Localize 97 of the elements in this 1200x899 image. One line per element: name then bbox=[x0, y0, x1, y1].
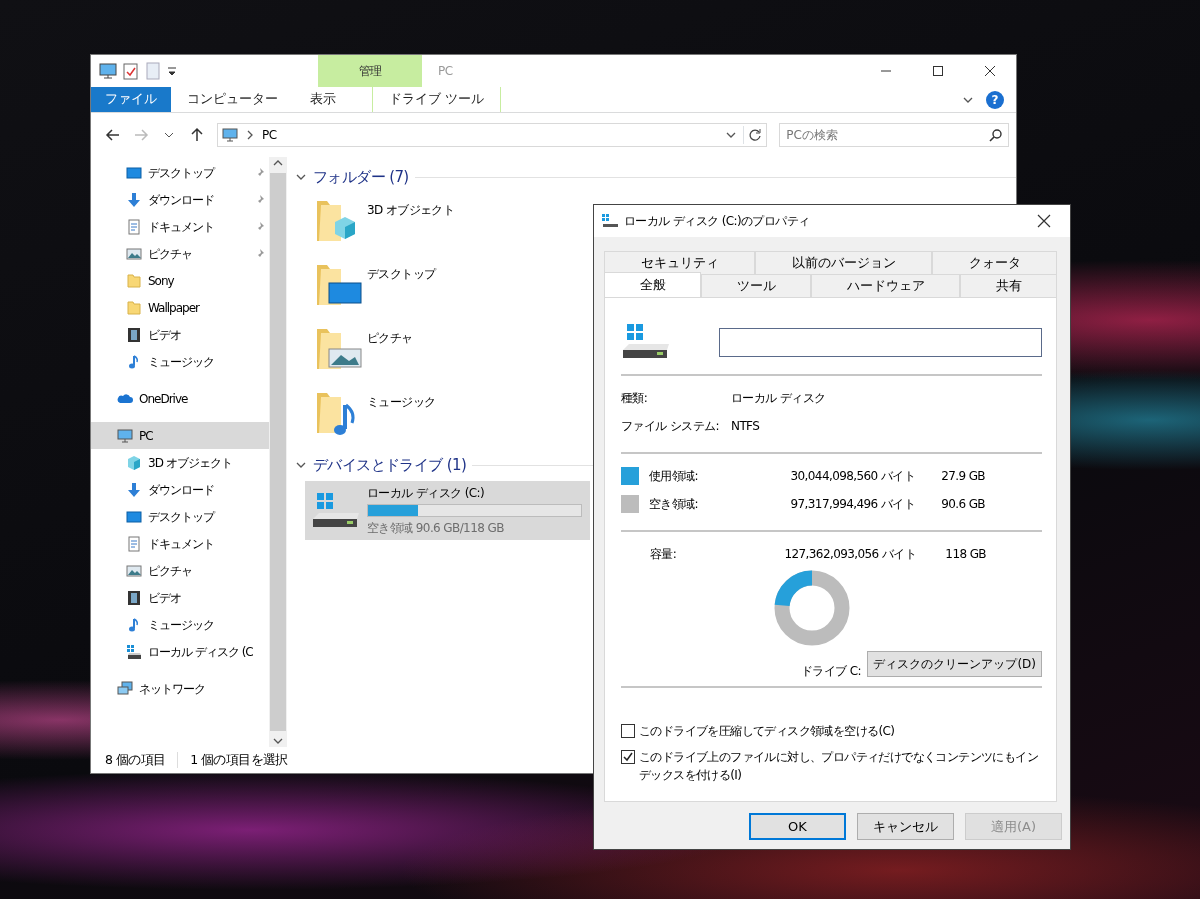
close-icon bbox=[984, 65, 996, 77]
nav-item[interactable]: ビデオ bbox=[91, 321, 269, 348]
close-icon bbox=[1037, 214, 1051, 228]
nav-item[interactable]: ネットワーク bbox=[91, 675, 269, 702]
nav-item[interactable]: デスクトップ bbox=[91, 503, 269, 530]
checkbox[interactable] bbox=[621, 724, 635, 738]
nav-item[interactable]: ダウンロード bbox=[91, 186, 269, 213]
folder-name[interactable]: ピクチャ bbox=[367, 325, 413, 347]
dialog-tab[interactable]: 共有 bbox=[960, 274, 1057, 297]
folder-name[interactable]: 3D オブジェクト bbox=[367, 197, 455, 219]
nav-item[interactable]: ミュージック bbox=[91, 348, 269, 375]
group-header[interactable]: フォルダー (7) bbox=[313, 165, 409, 189]
dialog-title: ローカル ディスク (C:)のプロパティ bbox=[624, 213, 811, 230]
computer-icon bbox=[222, 127, 238, 143]
nav-item[interactable]: ドキュメント bbox=[91, 530, 269, 557]
nav-item[interactable]: ビデオ bbox=[91, 584, 269, 611]
checkbox[interactable] bbox=[621, 750, 635, 764]
checklist-icon[interactable] bbox=[123, 62, 139, 80]
nav-item[interactable]: Sony bbox=[91, 267, 269, 294]
address-path[interactable]: PC bbox=[262, 126, 720, 144]
checkmark-icon bbox=[622, 751, 634, 763]
dialog-tab[interactable]: クォータ bbox=[932, 251, 1057, 274]
folder-name[interactable]: ミュージック bbox=[367, 389, 436, 411]
drive-label: ドライブ C: bbox=[801, 663, 862, 680]
size-value: 118 GB bbox=[944, 546, 986, 563]
option-label[interactable]: このドライブを圧縮してディスク領域を空ける(C) bbox=[639, 722, 895, 740]
picture-icon bbox=[126, 245, 142, 262]
byte-count: 127,362,093,056 バイト bbox=[783, 546, 916, 563]
up-arrow-icon bbox=[189, 127, 205, 143]
film-icon bbox=[126, 326, 142, 343]
document-icon bbox=[126, 218, 142, 235]
network-icon bbox=[117, 680, 133, 697]
space-label: 容量: bbox=[650, 546, 678, 563]
download-arrow-icon bbox=[126, 481, 142, 498]
cube-icon bbox=[126, 454, 142, 471]
space-label: 使用領域: bbox=[649, 468, 700, 485]
dialog-tab[interactable]: セキュリティ bbox=[604, 251, 755, 274]
folder-icon bbox=[126, 272, 142, 289]
window-title: PC bbox=[438, 63, 453, 80]
cleanup-button[interactable]: ディスクのクリーンアップ(D) bbox=[867, 651, 1042, 677]
drive-icon bbox=[602, 214, 618, 228]
status-text: 8 個の項目 bbox=[105, 750, 166, 769]
dialog-button[interactable]: キャンセル bbox=[857, 813, 954, 840]
dialog-tab[interactable]: 全般 bbox=[604, 272, 701, 297]
nav-item[interactable]: デスクトップ bbox=[91, 159, 269, 186]
monitor-icon bbox=[126, 164, 142, 181]
space-label: 空き領域: bbox=[649, 496, 700, 513]
nav-item[interactable]: ドキュメント bbox=[91, 213, 269, 240]
drive-name: ローカル ディスク (C:) bbox=[367, 485, 485, 502]
byte-count: 97,317,994,496 バイト bbox=[789, 496, 915, 513]
film-icon bbox=[126, 589, 142, 606]
forward-arrow-icon bbox=[133, 127, 149, 143]
byte-count: 30,044,098,560 バイト bbox=[789, 468, 915, 485]
dialog-tab[interactable]: ツール bbox=[701, 274, 811, 297]
property-value: NTFS bbox=[731, 418, 760, 435]
document-icon bbox=[126, 535, 142, 552]
free-space-text: 空き領域 90.6 GB/118 GB bbox=[367, 520, 505, 537]
back-arrow-icon bbox=[105, 127, 121, 143]
drive-tile[interactable]: ローカル ディスク (C:) 空き領域 90.6 GB/118 GB bbox=[305, 481, 590, 540]
status-text: 1 個の項目を選択 bbox=[190, 750, 288, 769]
help-button[interactable]: ? bbox=[986, 90, 1004, 109]
picture-icon bbox=[126, 562, 142, 579]
option-label[interactable]: このドライブ上のファイルに対し、プロパティだけでなくコンテンツにもインデックスを付ける(I) bbox=[639, 748, 1042, 784]
nav-item[interactable]: OneDrive bbox=[91, 385, 269, 412]
dialog-tab[interactable]: ハードウェア bbox=[811, 274, 960, 297]
dialog-tab[interactable]: 以前のバージョン bbox=[755, 251, 932, 274]
drive-icon bbox=[126, 643, 142, 660]
scrollbar[interactable] bbox=[269, 157, 287, 747]
nav-item[interactable]: ローカル ディスク (C bbox=[91, 638, 269, 665]
ribbon-tab[interactable]: ファイル bbox=[91, 87, 171, 112]
ribbon-tab[interactable]: ドライブ ツール bbox=[372, 87, 501, 112]
property-label: ファイル システム: bbox=[621, 418, 720, 435]
size-value: 27.9 GB bbox=[940, 468, 985, 485]
address-bar[interactable]: PC bbox=[217, 123, 768, 147]
maximize-icon bbox=[932, 65, 944, 77]
nav-item[interactable]: PC bbox=[91, 422, 269, 449]
refresh-icon bbox=[748, 128, 763, 142]
monitor-icon bbox=[126, 508, 142, 525]
ribbon-group-header: 管理 bbox=[318, 55, 422, 87]
folder-icon bbox=[126, 299, 142, 316]
nav-item[interactable]: ピクチャ bbox=[91, 557, 269, 584]
nav-item[interactable]: Wallpaper bbox=[91, 294, 269, 321]
nav-item[interactable]: ピクチャ bbox=[91, 240, 269, 267]
group-header[interactable]: デバイスとドライブ (1) bbox=[313, 453, 467, 477]
download-arrow-icon bbox=[126, 191, 142, 208]
computer-icon[interactable] bbox=[99, 63, 117, 79]
folder-name[interactable]: デスクトップ bbox=[367, 261, 436, 283]
nav-item[interactable]: ダウンロード bbox=[91, 476, 269, 503]
size-value: 90.6 GB bbox=[940, 496, 985, 513]
drive-name-field[interactable] bbox=[719, 327, 1042, 357]
nav-item[interactable]: 3D オブジェクト bbox=[91, 449, 269, 476]
search-field[interactable]: PCの検索 bbox=[779, 123, 1010, 147]
computer-icon bbox=[117, 427, 133, 444]
property-value: ローカル ディスク bbox=[731, 390, 826, 407]
dialog-button[interactable]: OK bbox=[749, 813, 846, 840]
property-label: 種類: bbox=[621, 390, 649, 407]
nav-item[interactable]: ミュージック bbox=[91, 611, 269, 638]
